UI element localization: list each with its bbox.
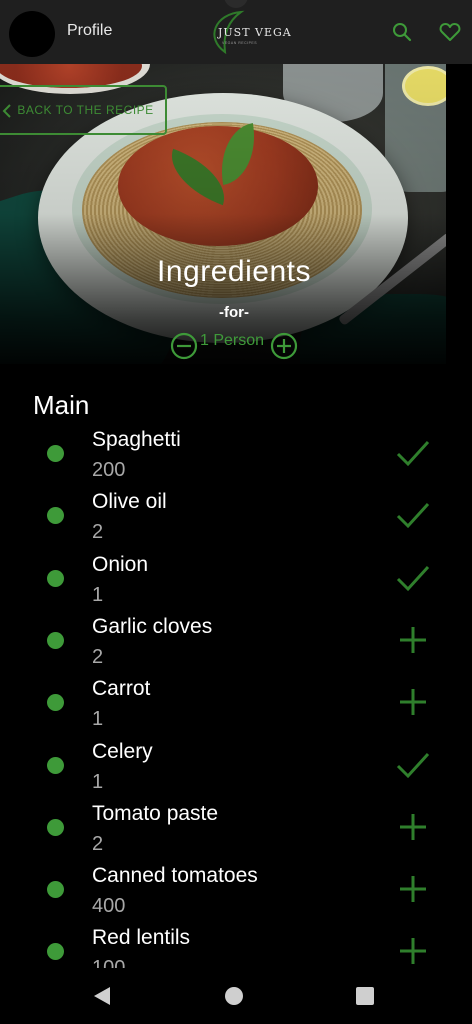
ingredient-row[interactable]: Canned tomatoes 400 — [0, 858, 472, 920]
ingredient-name: Tomato paste — [92, 801, 219, 825]
ingredients-title: Ingredients — [157, 255, 311, 288]
ingredient-name: Celery — [92, 739, 153, 763]
back-button-label: BACK TO THE RECIPE — [17, 103, 154, 117]
chevron-left-icon — [2, 104, 11, 118]
ingredient-name: Onion — [92, 552, 149, 576]
ingredient-quantity: 400 — [92, 895, 126, 918]
bullet-dot-icon — [47, 569, 64, 587]
persons-count: 1 Person — [200, 332, 265, 349]
home-nav-icon[interactable] — [225, 987, 243, 1005]
back-nav-icon[interactable] — [93, 986, 111, 1006]
ingredient-row[interactable]: Spaghetti 200 — [0, 422, 472, 484]
ingredient-row[interactable]: Garlic cloves 2 — [0, 609, 472, 671]
logo-text: JUST VEGA — [218, 26, 292, 39]
bullet-dot-icon — [47, 631, 64, 649]
ingredient-quantity: 100 — [92, 957, 125, 968]
ingredient-list: Spaghetti 200 Olive oil 2 Onion 1 Garlic clove… — [0, 422, 472, 968]
bullet-dot-icon — [47, 756, 64, 774]
bullet-dot-icon — [47, 881, 64, 899]
plus-icon[interactable] — [396, 810, 430, 844]
ingredient-name: Red lentils — [92, 926, 191, 950]
ingredient-quantity: 1 — [92, 708, 104, 731]
search-icon[interactable] — [390, 20, 414, 44]
ingredient-name: Olive oil — [92, 490, 167, 514]
ingredient-quantity: 2 — [92, 832, 104, 855]
ingredient-row[interactable]: Celery 1 — [0, 734, 472, 796]
ingredient-row[interactable]: Onion 1 — [0, 547, 472, 609]
ingredient-quantity: 2 — [92, 645, 104, 668]
app-header: Profile JUST VEGA VEGAN RECIPES — [0, 0, 472, 64]
bullet-dot-icon — [47, 694, 64, 712]
logo-subtext: VEGAN RECIPES — [222, 41, 258, 45]
ingredient-quantity: 200 — [92, 459, 126, 481]
avatar[interactable] — [9, 11, 55, 57]
bullet-dot-icon — [47, 507, 64, 525]
checkmark-icon[interactable] — [396, 748, 430, 782]
checkmark-icon[interactable] — [396, 436, 430, 470]
ingredient-name: Spaghetti — [92, 428, 181, 451]
plus-icon[interactable] — [396, 623, 430, 657]
plus-circle-icon[interactable] — [270, 332, 298, 360]
plus-icon[interactable] — [396, 685, 430, 719]
bullet-dot-icon — [47, 943, 64, 961]
checkmark-icon[interactable] — [396, 498, 430, 532]
ingredient-quantity: 1 — [92, 583, 104, 606]
bullet-dot-icon — [47, 818, 64, 836]
checkmark-icon[interactable] — [396, 561, 430, 595]
plus-icon[interactable] — [396, 934, 430, 968]
ingredient-row[interactable]: Red lentils 100 — [0, 920, 472, 968]
ingredient-row[interactable]: Tomato paste 2 — [0, 796, 472, 858]
section-title: Main — [33, 390, 90, 420]
back-to-recipe-button[interactable]: BACK TO THE RECIPE — [0, 85, 167, 135]
ingredient-row[interactable]: Olive oil 2 — [0, 484, 472, 546]
for-label: -for- — [219, 304, 249, 321]
ingredient-name: Garlic cloves — [92, 614, 213, 638]
ingredient-name: Carrot — [92, 677, 151, 701]
minus-circle-icon[interactable] — [170, 332, 198, 360]
ingredient-name: Canned tomatoes — [92, 864, 258, 888]
bullet-dot-icon — [47, 445, 64, 462]
heart-icon[interactable] — [438, 20, 462, 44]
recents-nav-icon[interactable] — [356, 987, 374, 1005]
ingredient-row[interactable]: Carrot 1 — [0, 671, 472, 733]
ingredient-quantity: 1 — [92, 770, 104, 793]
ingredient-quantity: 2 — [92, 521, 104, 544]
plus-icon[interactable] — [396, 872, 430, 906]
profile-label[interactable]: Profile — [67, 22, 112, 40]
